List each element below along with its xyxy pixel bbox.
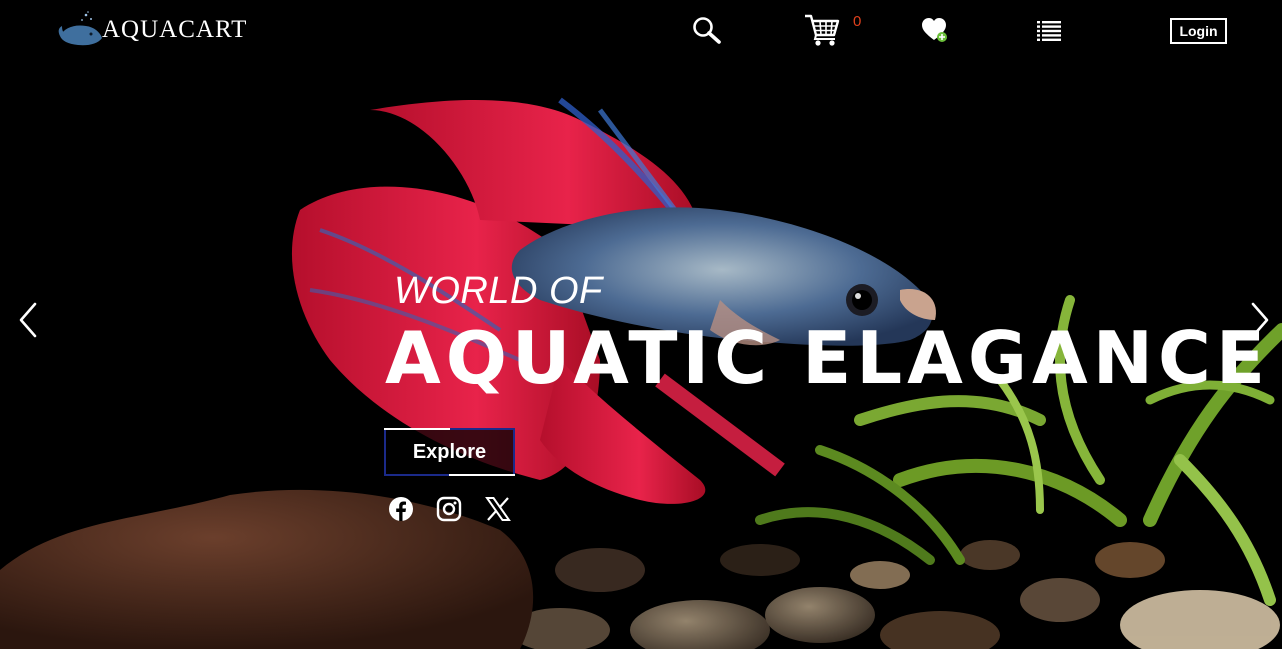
logo[interactable]: AQUACART xyxy=(58,10,247,48)
chevron-left-icon[interactable] xyxy=(17,302,41,338)
login-button[interactable]: Login xyxy=(1170,18,1227,44)
top-navbar: AQUACART 0 Login xyxy=(0,0,1282,62)
cart-icon[interactable] xyxy=(804,13,840,47)
facebook-icon[interactable] xyxy=(388,496,414,522)
explore-button[interactable]: Explore xyxy=(384,428,515,476)
instagram-icon[interactable] xyxy=(436,496,462,522)
chevron-right-icon[interactable] xyxy=(1247,302,1271,338)
menu-list-icon[interactable] xyxy=(1037,21,1061,41)
hero-title: AQUATIC ELAGANCE xyxy=(385,316,1271,400)
hero-subtitle: WORLD OF xyxy=(394,270,603,312)
cart-count-badge: 0 xyxy=(853,13,862,30)
wishlist-heart-icon[interactable] xyxy=(922,18,950,44)
search-icon[interactable] xyxy=(692,16,722,44)
whale-logo-icon xyxy=(58,11,102,46)
logo-text: AQUACART xyxy=(102,16,248,43)
x-icon[interactable] xyxy=(485,496,511,522)
